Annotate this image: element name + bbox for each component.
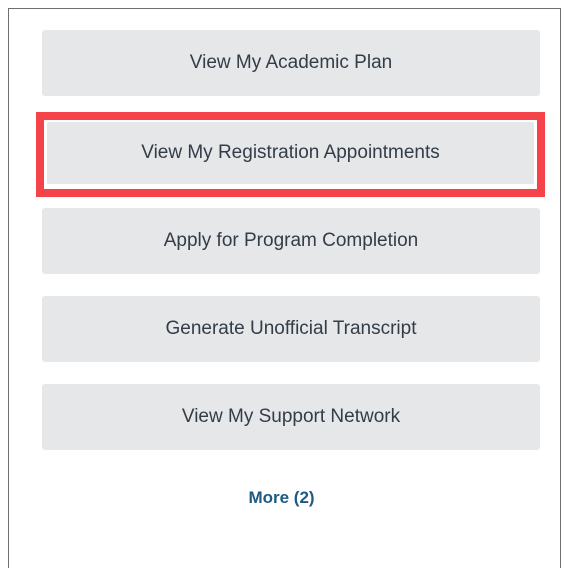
- more-link[interactable]: More (2): [0, 488, 563, 508]
- apply-program-completion-button[interactable]: Apply for Program Completion: [42, 208, 540, 274]
- view-support-network-button[interactable]: View My Support Network: [42, 384, 540, 450]
- generate-unofficial-transcript-button[interactable]: Generate Unofficial Transcript: [42, 296, 540, 362]
- view-registration-appointments-button[interactable]: View My Registration Appointments: [47, 122, 534, 184]
- view-academic-plan-button[interactable]: View My Academic Plan: [42, 30, 540, 96]
